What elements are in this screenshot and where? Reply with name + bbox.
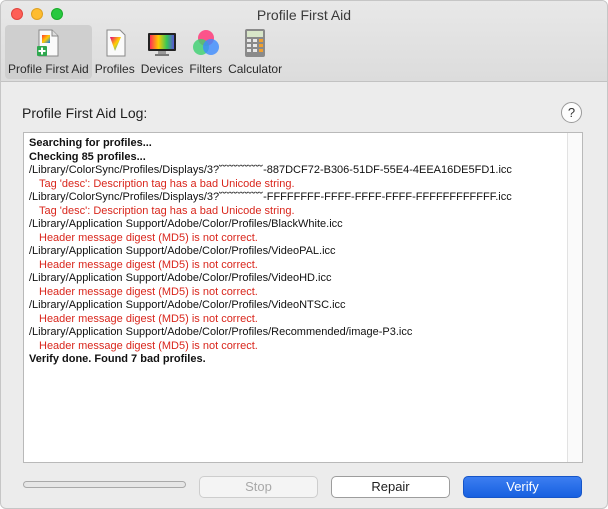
window-title: Profile First Aid: [256, 7, 352, 23]
tab-label: Devices: [140, 62, 184, 76]
app-window: Profile First Aid Profile First Aid Prof…: [0, 0, 608, 509]
log-line: Verify done. Found 7 bad profiles.: [29, 353, 206, 365]
log-line: /Library/Application Support/Adobe/Color…: [29, 218, 343, 230]
log-line: Checking 85 profiles...: [29, 150, 146, 163]
progress-bar: [23, 481, 186, 488]
log-text-area[interactable]: Searching for profiles... Checking 85 pro…: [23, 132, 583, 463]
toolbar: Profile First Aid Profiles Devices Filte…: [5, 25, 285, 79]
tab-devices[interactable]: Devices: [138, 25, 187, 79]
verify-button[interactable]: Verify: [463, 476, 582, 498]
log-line: /Library/ColorSync/Profiles/Displays/3?˘…: [29, 164, 512, 176]
rgb-circles-icon: [192, 30, 219, 55]
tab-label: Filters: [189, 62, 223, 76]
log-line: /Library/ColorSync/Profiles/Displays/3?˘…: [29, 191, 512, 203]
tab-profiles[interactable]: Profiles: [92, 25, 138, 79]
log-error-line: Header message digest (MD5) is not corre…: [39, 285, 258, 298]
log-line: /Library/Application Support/Adobe/Color…: [29, 299, 346, 311]
log-scrollbar[interactable]: [567, 133, 582, 462]
stop-button[interactable]: Stop: [199, 476, 318, 498]
log-lines: Searching for profiles... Checking 85 pro…: [29, 137, 564, 367]
display-monitor-icon: [148, 33, 177, 56]
tab-label: Calculator: [228, 62, 283, 76]
log-title: Profile First Aid Log:: [22, 105, 148, 121]
first-aid-document-icon: [37, 29, 59, 57]
tab-calculator[interactable]: Calculator: [225, 25, 285, 79]
tab-label: Profiles: [94, 62, 135, 76]
calculator-icon: [245, 29, 266, 57]
log-error-line: Header message digest (MD5) is not corre…: [39, 231, 258, 244]
log-error-line: Header message digest (MD5) is not corre…: [39, 312, 258, 325]
tab-label: Profile First Aid: [8, 62, 89, 76]
log-line: /Library/Application Support/Adobe/Color…: [29, 326, 413, 338]
log-line: /Library/Application Support/Adobe/Color…: [29, 272, 332, 284]
titlebar: Profile First Aid Profile First Aid Prof…: [1, 1, 607, 82]
log-line: Searching for profiles...: [29, 137, 152, 149]
color-profile-icon: [106, 29, 126, 57]
log-error-line: Tag 'desc': Description tag has a bad Un…: [39, 177, 295, 190]
log-error-line: Header message digest (MD5) is not corre…: [39, 258, 258, 271]
log-line: /Library/Application Support/Adobe/Color…: [29, 245, 336, 257]
log-error-line: Header message digest (MD5) is not corre…: [39, 339, 258, 352]
help-button[interactable]: ?: [561, 102, 582, 123]
repair-button[interactable]: Repair: [331, 476, 450, 498]
tab-profile-first-aid[interactable]: Profile First Aid: [5, 25, 92, 79]
tab-filters[interactable]: Filters: [186, 25, 225, 79]
log-error-line: Tag 'desc': Description tag has a bad Un…: [39, 204, 295, 217]
